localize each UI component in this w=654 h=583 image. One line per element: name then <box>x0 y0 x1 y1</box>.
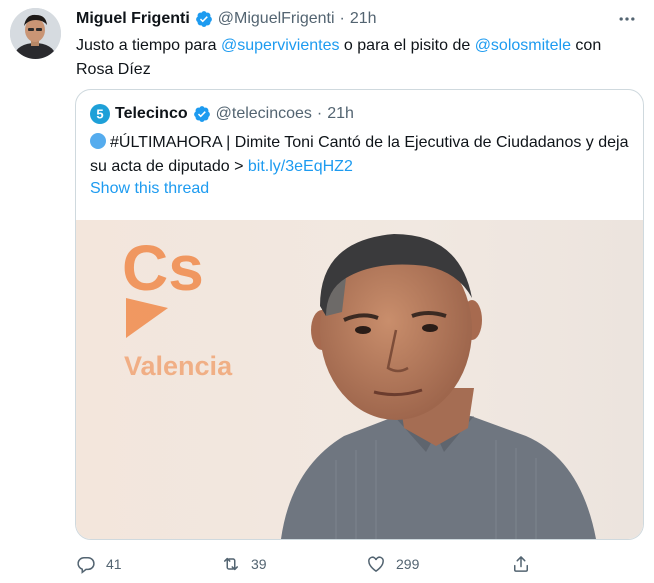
verified-badge-icon <box>195 10 213 28</box>
tweet-time[interactable]: 21h <box>350 10 377 28</box>
more-icon[interactable] <box>614 8 640 30</box>
quote-link[interactable]: bit.ly/3eEqHZ2 <box>248 158 353 175</box>
quote-time[interactable]: 21h <box>327 105 354 123</box>
blue-circle-emoji-icon <box>90 133 106 149</box>
telecinco-logo-icon: 5 <box>90 104 110 124</box>
quote-author-handle[interactable]: @telecincoes <box>216 105 312 123</box>
quote-text: #ÚLTIMAHORA | Dimite Toni Cantó de la Ej… <box>90 131 630 179</box>
retweet-icon <box>224 557 238 571</box>
author-name[interactable]: Miguel Frigenti <box>76 10 190 28</box>
quote-header-separator: · <box>316 105 323 122</box>
tweet-actions: 41 39 299 <box>76 552 556 576</box>
like-icon <box>368 556 384 572</box>
quote-text-body: #ÚLTIMAHORA | Dimite Toni Cantó de la Ej… <box>90 134 629 175</box>
like-count: 299 <box>396 556 420 572</box>
quote-header: 5 Telecinco @telecincoes · 21h <box>90 103 354 125</box>
cs-sign-text: Valencia <box>124 351 233 381</box>
author-handle[interactable]: @MiguelFrigenti <box>218 10 335 28</box>
reply-button[interactable]: 41 <box>76 554 221 574</box>
tweet-header: Miguel Frigenti @MiguelFrigenti · 21h <box>76 8 377 30</box>
tweet-text-part: Justo a tiempo para <box>76 37 221 54</box>
quote-media-image[interactable]: Cs Valencia <box>76 220 643 539</box>
telecinco-logo-text: 5 <box>96 107 103 122</box>
like-button[interactable]: 299 <box>366 554 511 574</box>
quote-author-name[interactable]: Telecinco <box>115 105 188 123</box>
verified-badge-icon <box>193 105 211 123</box>
avatar[interactable] <box>10 8 61 59</box>
tweet-text-part: o para el pisito de <box>339 37 475 54</box>
retweet-button[interactable]: 39 <box>221 554 366 574</box>
tweet-text: Justo a tiempo para @supervivientes o pa… <box>76 34 636 82</box>
reply-count: 41 <box>106 556 122 572</box>
show-thread-link[interactable]: Show this thread <box>90 180 209 198</box>
share-button[interactable] <box>511 554 531 574</box>
header-separator: · <box>339 10 345 27</box>
mention-solosmitele[interactable]: @solosmitele <box>475 37 571 54</box>
share-icon <box>514 556 528 572</box>
mention-supervivientes[interactable]: @supervivientes <box>221 37 340 54</box>
tweet[interactable]: Miguel Frigenti @MiguelFrigenti · 21h Ju… <box>0 0 654 583</box>
retweet-count: 39 <box>251 556 267 572</box>
quoted-tweet[interactable]: 5 Telecinco @telecincoes · 21h #ÚLTIMAHO… <box>75 89 644 540</box>
cs-sign-logo: Cs <box>122 232 204 304</box>
reply-icon <box>77 557 95 574</box>
